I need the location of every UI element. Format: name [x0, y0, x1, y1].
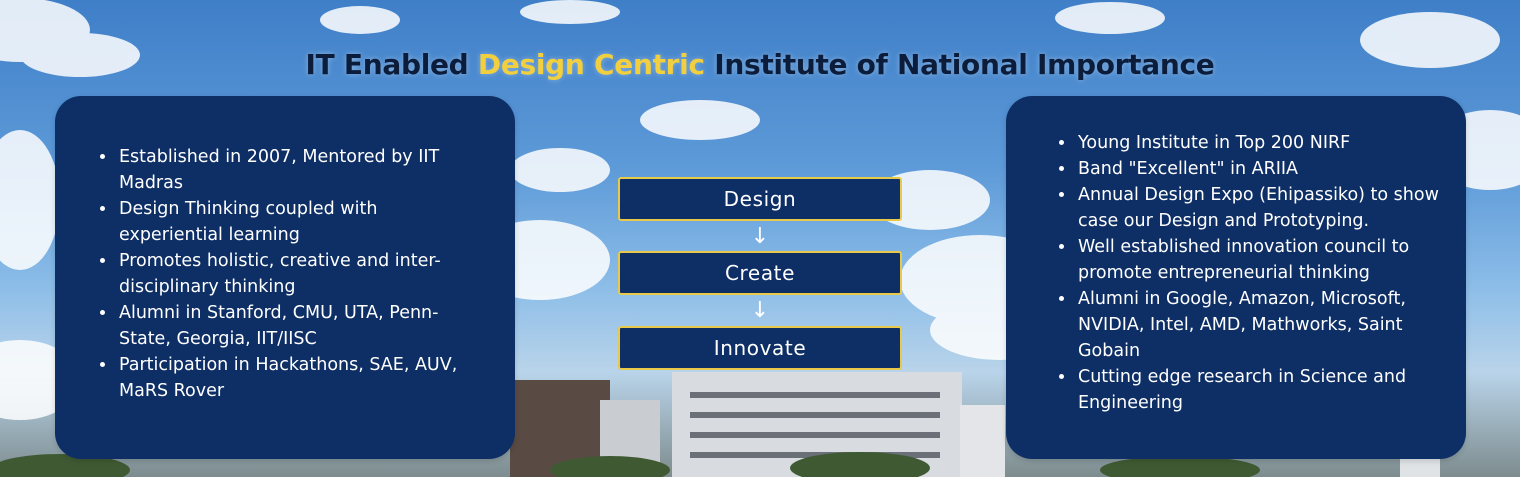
list-item: Established in 2007, Mentored by IIT Mad…	[117, 144, 485, 196]
left-bullet-list: Established in 2007, Mentored by IIT Mad…	[117, 144, 485, 404]
list-item: Alumni in Stanford, CMU, UTA, Penn-State…	[117, 300, 485, 352]
hero-banner: IT Enabled Design Centric Institute of N…	[0, 0, 1520, 477]
title-suffix: Institute of National Importance	[714, 48, 1215, 81]
flow-step-create: Create	[618, 251, 902, 295]
arrow-down-icon: ↓	[750, 224, 770, 249]
title-highlight: Design Centric	[477, 48, 705, 81]
arrow-down-icon: ↓	[750, 298, 770, 323]
list-item: Band "Excellent" in ARIIA	[1076, 156, 1444, 182]
right-info-panel: Young Institute in Top 200 NIRF Band "Ex…	[1006, 96, 1466, 459]
list-item: Young Institute in Top 200 NIRF	[1076, 130, 1444, 156]
page-title: IT Enabled Design Centric Institute of N…	[0, 48, 1520, 81]
list-item: Well established innovation council to p…	[1076, 234, 1444, 286]
left-info-panel: Established in 2007, Mentored by IIT Mad…	[55, 96, 515, 459]
right-bullet-list: Young Institute in Top 200 NIRF Band "Ex…	[1076, 130, 1444, 416]
list-item: Annual Design Expo (Ehipassiko) to show …	[1076, 182, 1444, 234]
flow-step-design: Design	[618, 177, 902, 221]
list-item: Alumni in Google, Amazon, Microsoft, NVI…	[1076, 286, 1444, 364]
title-prefix: IT Enabled	[305, 48, 469, 81]
list-item: Promotes holistic, creative and inter-di…	[117, 248, 485, 300]
list-item: Design Thinking coupled with experientia…	[117, 196, 485, 248]
list-item: Participation in Hackathons, SAE, AUV, M…	[117, 352, 485, 404]
list-item: Cutting edge research in Science and Eng…	[1076, 364, 1444, 416]
flow-step-innovate: Innovate	[618, 326, 902, 370]
